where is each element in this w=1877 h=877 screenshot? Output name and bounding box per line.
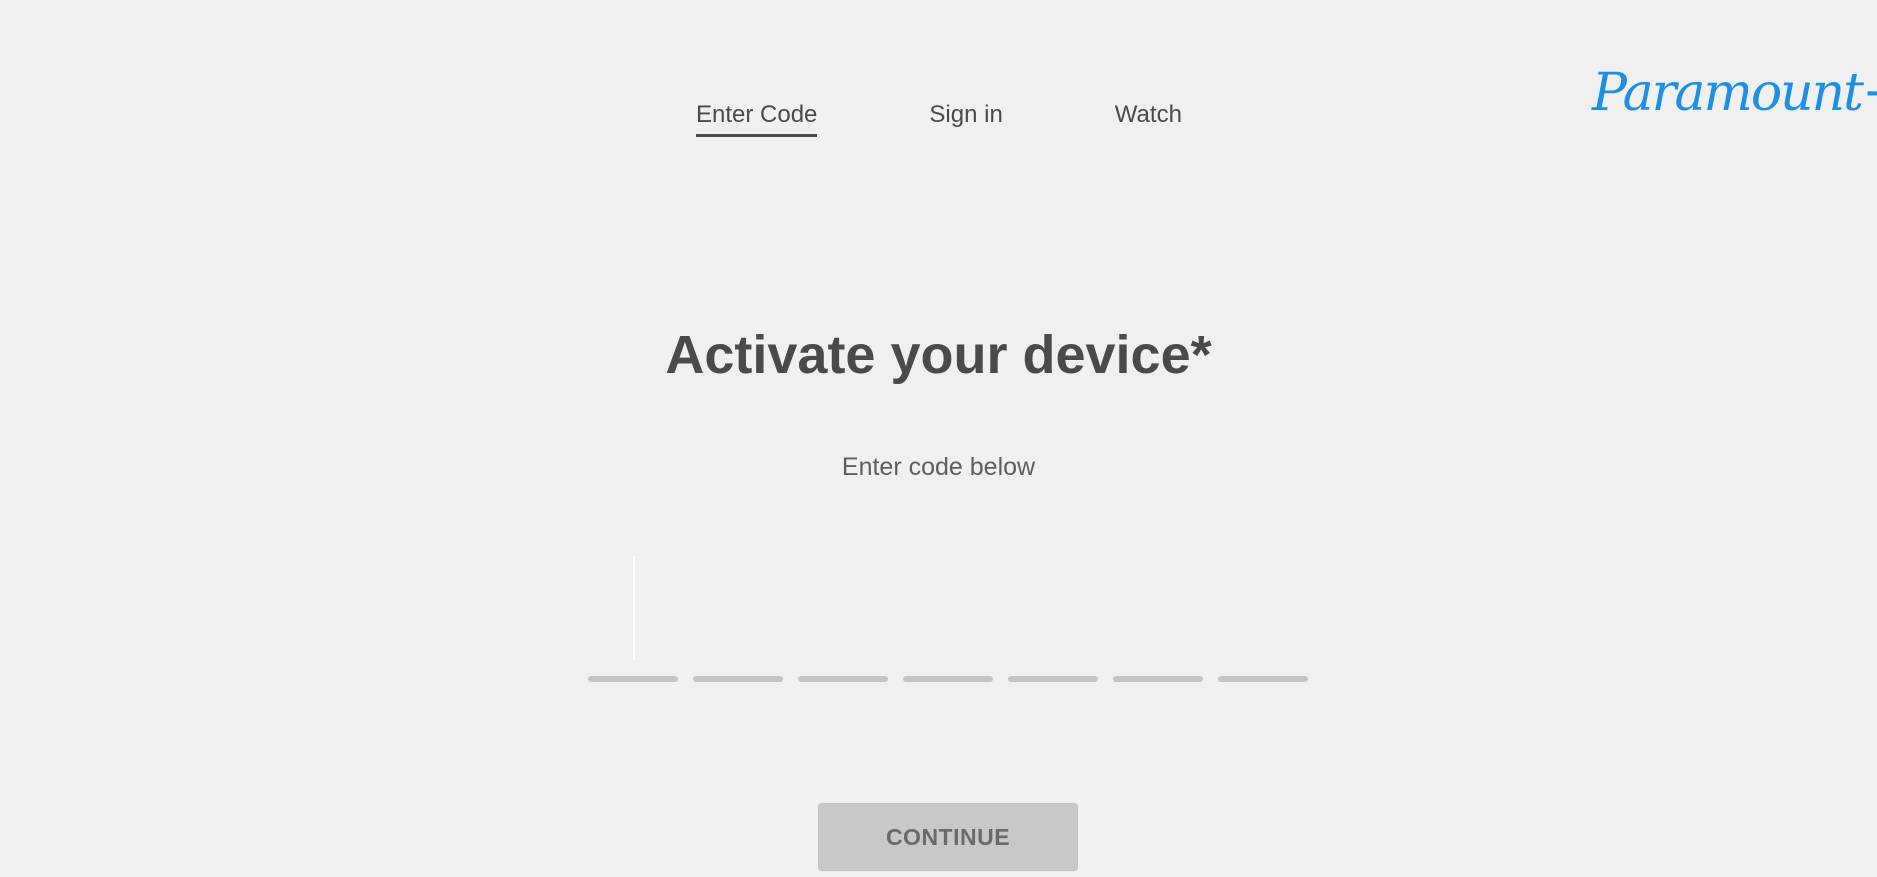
- continue-button[interactable]: CONTINUE: [818, 803, 1078, 871]
- code-digit-input[interactable]: [693, 556, 783, 682]
- code-digit-input[interactable]: [1113, 556, 1203, 682]
- step-watch[interactable]: Watch: [1115, 100, 1182, 137]
- activation-steps-nav: Enter Code Sign in Watch: [696, 100, 1182, 137]
- activation-page: Enter Code Sign in Watch Paramount+ Acti…: [0, 0, 1877, 877]
- logo-wordmark: Paramount+: [1592, 63, 1877, 123]
- code-digit-input[interactable]: [798, 556, 888, 682]
- code-digit-input[interactable]: [903, 556, 993, 682]
- code-digit-input[interactable]: [1008, 556, 1098, 682]
- code-digit-input[interactable]: [588, 556, 678, 682]
- code-input-group: [588, 556, 1308, 682]
- text-caret: [633, 556, 635, 660]
- digit-underline: [1113, 676, 1203, 682]
- digit-underline: [693, 676, 783, 682]
- step-enter-code[interactable]: Enter Code: [696, 100, 818, 137]
- digit-underline: [798, 676, 888, 682]
- digit-underline: [1218, 676, 1308, 682]
- digit-underline: [903, 676, 993, 682]
- page-title: Activate your device*: [665, 325, 1212, 385]
- digit-underline: [588, 676, 678, 682]
- page-subtitle: Enter code below: [841, 453, 1036, 481]
- code-digit-input[interactable]: [1218, 556, 1308, 682]
- step-sign-in[interactable]: Sign in: [929, 100, 1002, 137]
- paramount-plus-logo[interactable]: Paramount+: [1592, 58, 1877, 138]
- digit-underline: [1008, 676, 1098, 682]
